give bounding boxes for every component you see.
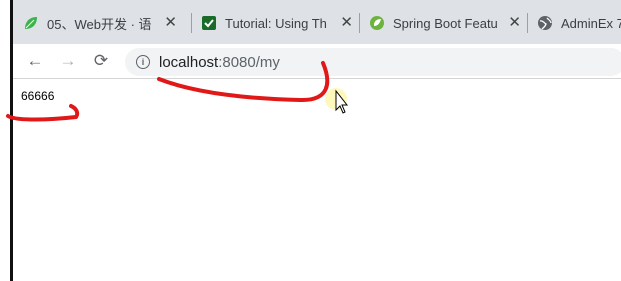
- red-underline-mark: [157, 61, 330, 103]
- annotation-overlay: [6, 61, 349, 122]
- red-underline-mark: [6, 104, 80, 122]
